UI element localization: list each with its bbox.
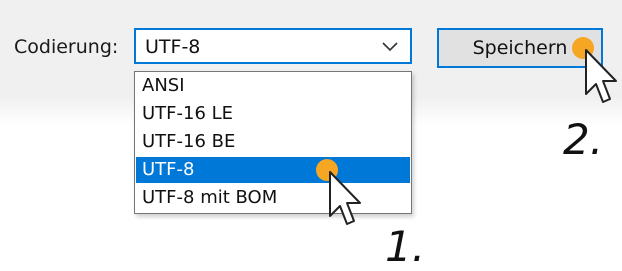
encoding-option-utf16le[interactable]: UTF-16 LE (136, 101, 410, 127)
encoding-dropdown-list: ANSI UTF-16 LE UTF-16 BE UTF-8 UTF-8 mit… (134, 71, 412, 214)
step-2-annotation: 2. (563, 115, 604, 164)
encoding-select-value: UTF-8 (145, 36, 201, 58)
step-1-annotation: 1. (385, 222, 426, 271)
chevron-down-icon (382, 42, 398, 52)
encoding-select[interactable]: UTF-8 (134, 28, 412, 64)
encoding-option-utf16be[interactable]: UTF-16 BE (136, 129, 410, 155)
mouse-cursor-icon (585, 49, 617, 103)
encoding-label: Codierung: (14, 36, 119, 58)
encoding-option-ansi[interactable]: ANSI (136, 73, 410, 99)
encoding-option-utf8[interactable]: UTF-8 (136, 157, 410, 183)
mouse-cursor-icon (329, 171, 361, 225)
encoding-option-utf8-bom[interactable]: UTF-8 mit BOM (136, 185, 410, 211)
